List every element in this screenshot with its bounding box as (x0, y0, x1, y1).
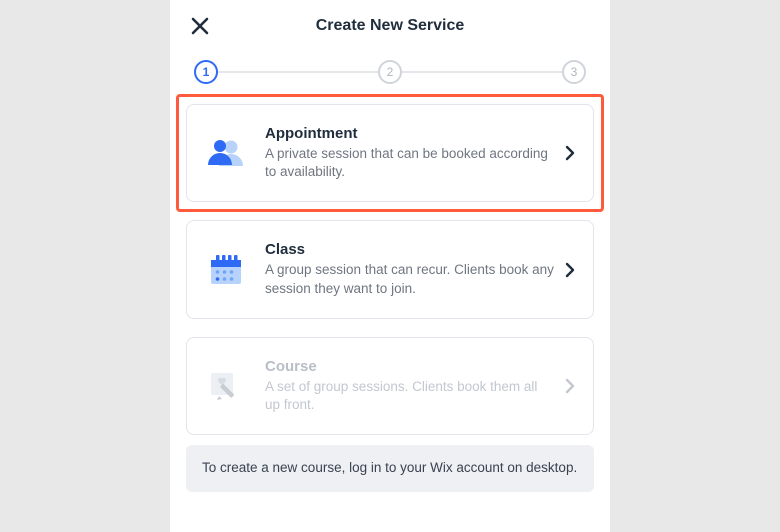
option-course: Course A set of group sessions. Clients … (186, 337, 594, 435)
calendar-icon (205, 249, 247, 291)
option-appointment-text: Appointment A private session that can b… (265, 125, 565, 181)
option-course-desc: A set of group sessions. Clients book th… (265, 378, 555, 414)
close-icon (191, 17, 209, 35)
step-3: 3 (562, 60, 586, 84)
create-service-panel: Create New Service 1 2 3 Appointment (170, 0, 610, 532)
option-class-wrap: Class A group session that can recur. Cl… (186, 220, 594, 318)
chevron-right-icon (565, 145, 575, 161)
step-1: 1 (194, 60, 218, 84)
pencil-heart-icon (205, 365, 247, 407)
close-button[interactable] (186, 12, 214, 40)
option-course-title: Course (265, 358, 555, 375)
course-desktop-notice: To create a new course, log in to your W… (186, 445, 594, 492)
option-appointment[interactable]: Appointment A private session that can b… (186, 104, 594, 202)
service-options: Appointment A private session that can b… (170, 104, 610, 319)
step-2: 2 (378, 60, 402, 84)
step-line (402, 71, 562, 73)
option-class-title: Class (265, 241, 555, 258)
option-appointment-wrap: Appointment A private session that can b… (186, 104, 594, 202)
chevron-right-icon (565, 378, 575, 394)
option-appointment-desc: A private session that can be booked acc… (265, 145, 555, 181)
modal-title: Create New Service (316, 17, 465, 35)
chevron-right-icon (565, 262, 575, 278)
modal-header: Create New Service (170, 0, 610, 48)
option-class-desc: A group session that can recur. Clients … (265, 261, 555, 297)
people-icon (205, 132, 247, 174)
stepper: 1 2 3 (170, 48, 610, 104)
step-line (218, 71, 378, 73)
option-course-text: Course A set of group sessions. Clients … (265, 358, 565, 414)
option-appointment-title: Appointment (265, 125, 555, 142)
option-class-text: Class A group session that can recur. Cl… (265, 241, 565, 297)
option-course-section: Course A set of group sessions. Clients … (170, 337, 610, 435)
option-class[interactable]: Class A group session that can recur. Cl… (186, 220, 594, 318)
